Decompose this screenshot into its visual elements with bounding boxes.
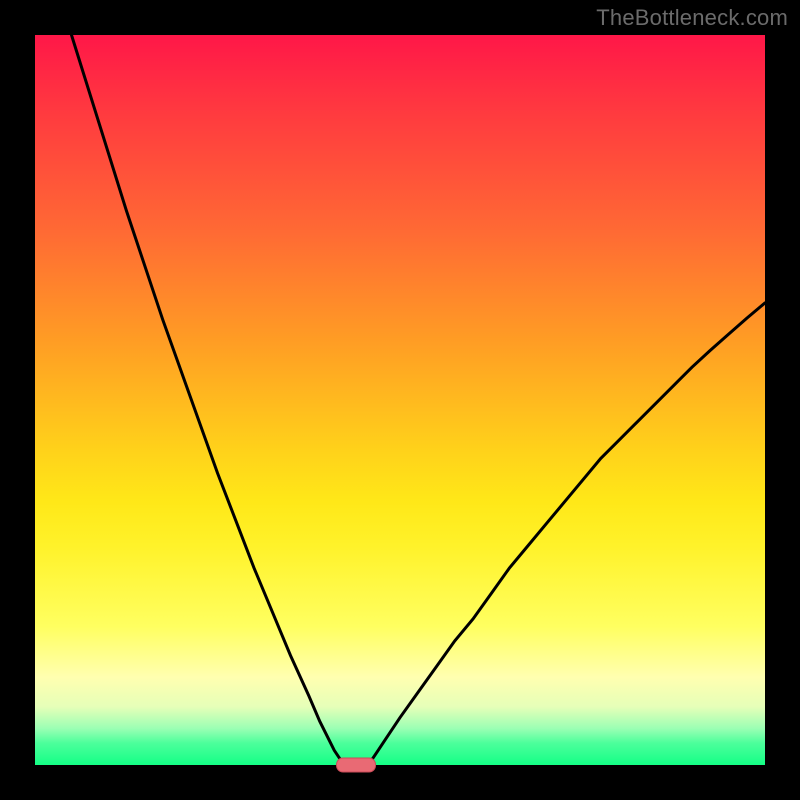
plot-area (35, 35, 765, 765)
chart-container: TheBottleneck.com (0, 0, 800, 800)
bottleneck-marker (336, 758, 376, 773)
curve-left (72, 35, 342, 761)
watermark-text: TheBottleneck.com (596, 5, 788, 31)
curve-right (371, 303, 765, 761)
curve-layer (35, 35, 765, 765)
